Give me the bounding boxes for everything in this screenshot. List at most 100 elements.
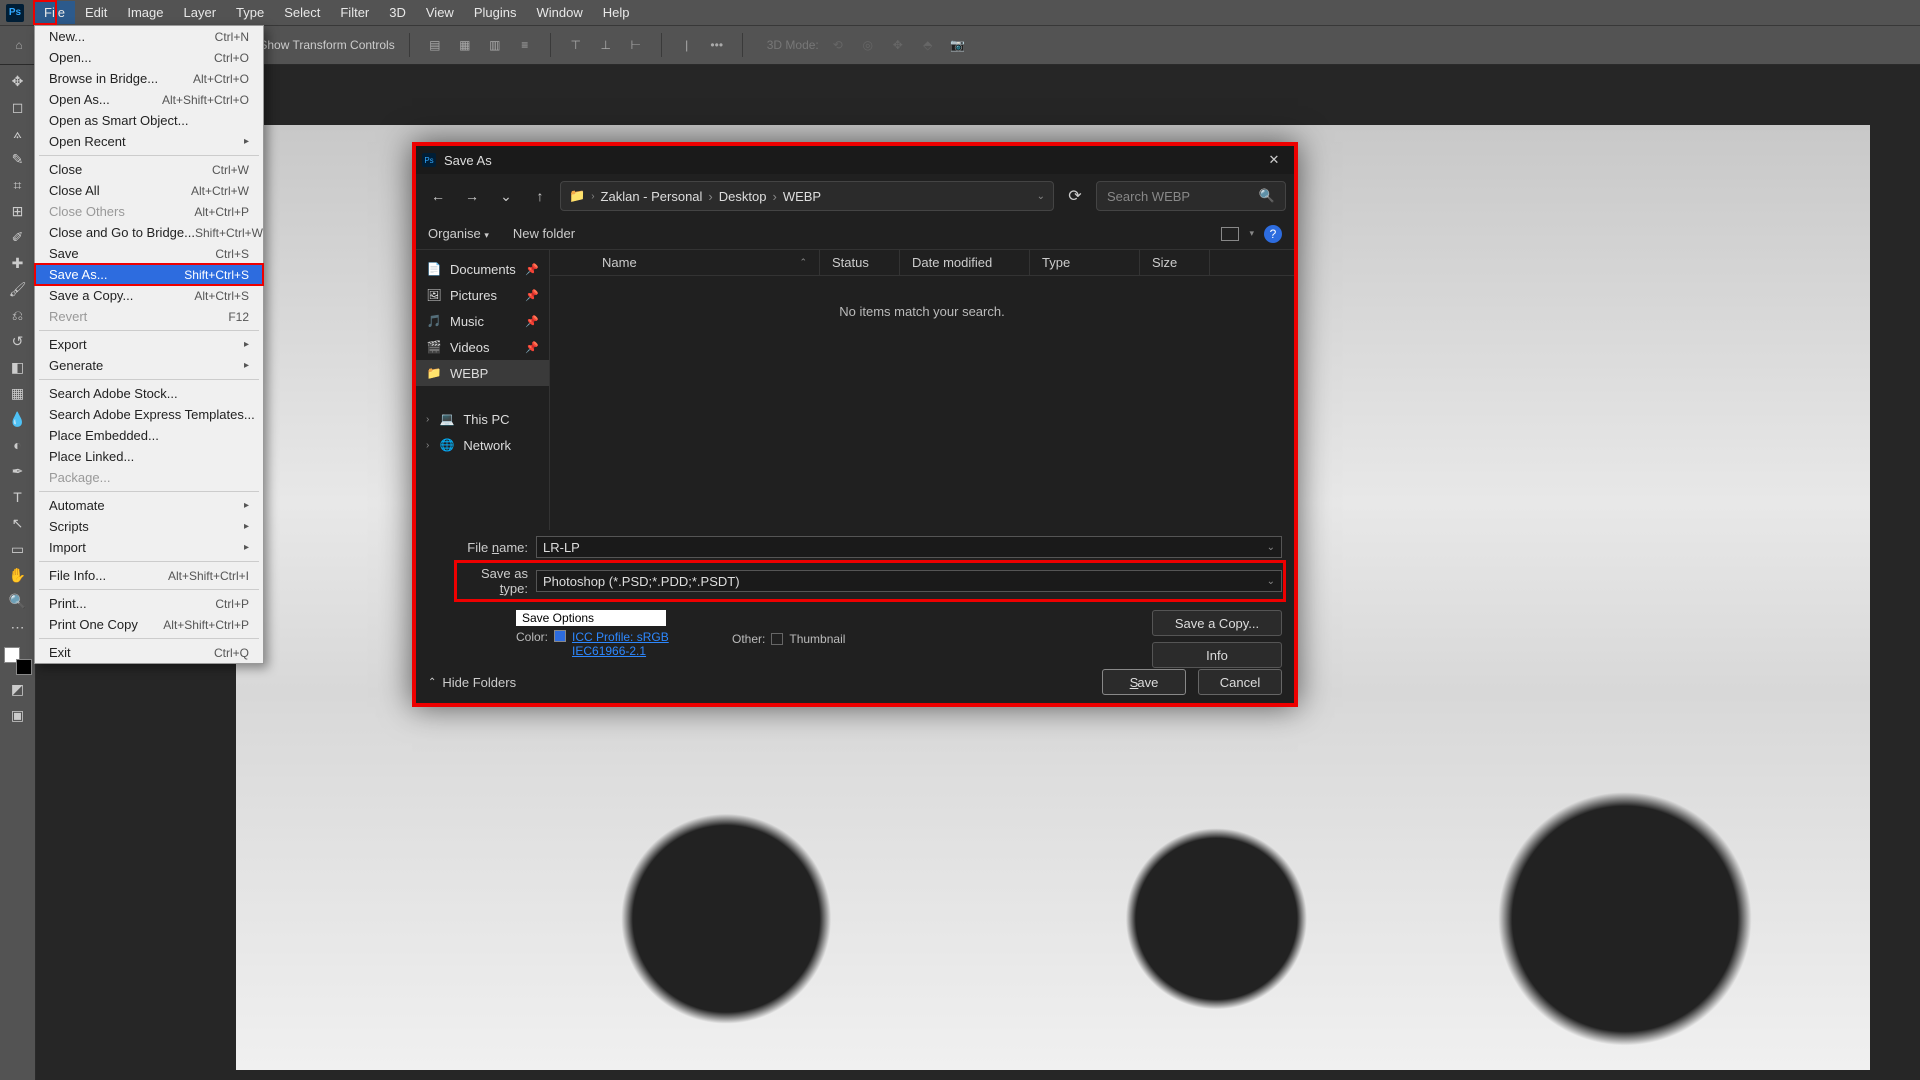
new-folder-button[interactable]: New folder [513,226,575,241]
col-modified[interactable]: Date modified [900,250,1030,275]
home-icon[interactable]: ⌂ [8,34,30,56]
menu-plugins[interactable]: Plugins [464,1,527,24]
file-menu-close-all[interactable]: Close AllAlt+Ctrl+W [35,180,263,201]
menu-help[interactable]: Help [593,1,640,24]
file-menu-close[interactable]: CloseCtrl+W [35,159,263,180]
forward-button[interactable]: → [458,182,486,210]
brush-tool-icon[interactable]: 🖌 [4,277,32,301]
blur-tool-icon[interactable]: 💧 [4,407,32,431]
file-menu-generate[interactable]: Generate [35,355,263,376]
back-button[interactable]: ← [424,182,452,210]
type-tool-icon[interactable]: T [4,485,32,509]
file-menu-browse-in-bridge[interactable]: Browse in Bridge...Alt+Ctrl+O [35,68,263,89]
menu-image[interactable]: Image [117,1,173,24]
file-menu-place-embedded[interactable]: Place Embedded... [35,425,263,446]
menu-select[interactable]: Select [274,1,330,24]
help-button[interactable]: ? [1264,225,1282,243]
breadcrumb[interactable]: 📁 › Zaklan - Personal › Desktop › WEBP ⌄ [560,181,1054,211]
crumb-1[interactable]: Desktop [719,189,767,204]
hide-folders-toggle[interactable]: ⌃ Hide Folders [428,675,516,690]
file-menu-place-linked[interactable]: Place Linked... [35,446,263,467]
file-menu-search-adobe-stock[interactable]: Search Adobe Stock... [35,383,263,404]
icc-checkbox[interactable] [554,630,566,642]
align-center-h-icon[interactable]: ▦ [454,34,476,56]
pen-tool-icon[interactable]: ✒ [4,459,32,483]
col-size[interactable]: Size [1140,250,1210,275]
more-icon[interactable]: ••• [706,34,728,56]
sidebar-webp[interactable]: 📁WEBP [416,360,549,386]
file-menu-open-as[interactable]: Open As...Alt+Shift+Ctrl+O [35,89,263,110]
organise-button[interactable]: Organise ▾ [428,226,489,241]
sidebar-documents[interactable]: 📄Documents📌 [416,256,549,282]
menu-window[interactable]: Window [526,1,592,24]
color-swatch[interactable] [4,647,32,675]
file-menu-import[interactable]: Import [35,537,263,558]
heal-tool-icon[interactable]: ✚ [4,251,32,275]
file-menu-automate[interactable]: Automate [35,495,263,516]
save-copy-button[interactable]: Save a Copy... [1152,610,1282,636]
shape-tool-icon[interactable]: ▭ [4,537,32,561]
file-menu-open-recent[interactable]: Open Recent [35,131,263,152]
cancel-button[interactable]: Cancel [1198,669,1282,695]
crop-tool-icon[interactable]: ⌗ [4,173,32,197]
file-menu-print-one-copy[interactable]: Print One CopyAlt+Shift+Ctrl+P [35,614,263,635]
marquee-tool-icon[interactable]: ◻ [4,95,32,119]
menu-file[interactable]: File [34,1,75,24]
info-button[interactable]: Info [1152,642,1282,668]
recent-button[interactable]: ⌄ [492,182,520,210]
file-menu-new[interactable]: New...Ctrl+N [35,26,263,47]
eyedropper-tool-icon[interactable]: ✐ [4,225,32,249]
file-menu-search-adobe-express-templates[interactable]: Search Adobe Express Templates... [35,404,263,425]
align-left-icon[interactable]: ▤ [424,34,446,56]
lasso-tool-icon[interactable]: ⟑ [4,121,32,145]
frame-tool-icon[interactable]: ⊞ [4,199,32,223]
eraser-tool-icon[interactable]: ◧ [4,355,32,379]
gradient-tool-icon[interactable]: ▦ [4,381,32,405]
sidebar-music[interactable]: 🎵Music📌 [416,308,549,334]
quick-mask-icon[interactable]: ◩ [4,677,32,701]
search-input[interactable]: Search WEBP 🔍 [1096,181,1286,211]
menu-edit[interactable]: Edit [75,1,117,24]
col-name[interactable]: Name⌃ [590,250,820,275]
breadcrumb-dropdown-icon[interactable]: ⌄ [1037,191,1045,202]
align-bottom-icon[interactable]: ⊢ [625,34,647,56]
menu-3d[interactable]: 3D [379,1,416,24]
file-menu-file-info[interactable]: File Info...Alt+Shift+Ctrl+I [35,565,263,586]
sidebar-pictures[interactable]: 🖼Pictures📌 [416,282,549,308]
hand-tool-icon[interactable]: ✋ [4,563,32,587]
file-menu-close-and-go-to-bridge[interactable]: Close and Go to Bridge...Shift+Ctrl+W [35,222,263,243]
screen-mode-icon[interactable]: ▣ [4,703,32,727]
view-mode-button[interactable] [1221,227,1239,241]
up-button[interactable]: ↑ [526,182,554,210]
dodge-tool-icon[interactable]: ◐ [4,433,32,457]
file-menu-export[interactable]: Export [35,334,263,355]
zoom-tool-icon[interactable]: 🔍 [4,589,32,613]
edit-toolbar-icon[interactable]: ⋯ [4,615,32,639]
sidebar-this-pc[interactable]: ›💻This PC [416,406,549,432]
file-menu-open[interactable]: Open...Ctrl+O [35,47,263,68]
file-menu-scripts[interactable]: Scripts [35,516,263,537]
menu-filter[interactable]: Filter [330,1,379,24]
align-edge-icon[interactable]: | [676,34,698,56]
stamp-tool-icon[interactable]: ⎌ [4,303,32,327]
menu-layer[interactable]: Layer [174,1,227,24]
menu-view[interactable]: View [416,1,464,24]
save-button[interactable]: Save [1102,669,1186,695]
sidebar-network[interactable]: ›🌐Network [416,432,549,458]
align-right-icon[interactable]: ▥ [484,34,506,56]
wand-tool-icon[interactable]: ✎ [4,147,32,171]
icc-profile-link[interactable]: ICC Profile: sRGB IEC61966-2.1 [572,630,702,658]
file-menu-save-a-copy[interactable]: Save a Copy...Alt+Ctrl+S [35,285,263,306]
view-dropdown-icon[interactable]: ▾ [1249,228,1254,239]
move-tool-icon[interactable]: ✥ [4,69,32,93]
file-menu-open-as-smart-object[interactable]: Open as Smart Object... [35,110,263,131]
filename-input[interactable]: LR-LP⌄ [536,536,1282,558]
file-menu-print[interactable]: Print...Ctrl+P [35,593,263,614]
sidebar-videos[interactable]: 🎬Videos📌 [416,334,549,360]
thumbnail-checkbox[interactable] [771,633,783,645]
refresh-button[interactable]: ⟳ [1060,186,1090,206]
col-type[interactable]: Type [1030,250,1140,275]
path-tool-icon[interactable]: ↖ [4,511,32,535]
menu-type[interactable]: Type [226,1,274,24]
crumb-2[interactable]: WEBP [783,189,821,204]
